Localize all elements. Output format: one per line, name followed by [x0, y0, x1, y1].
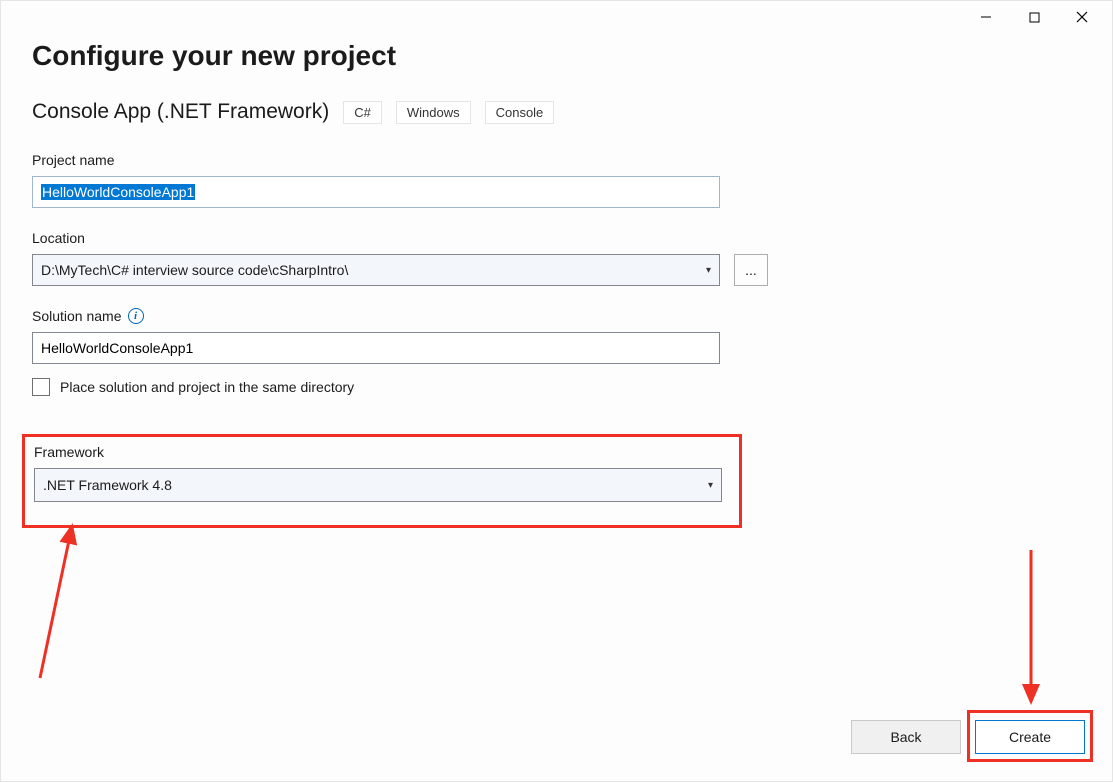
chevron-down-icon: ▾ — [706, 265, 711, 276]
same-directory-row: Place solution and project in the same d… — [32, 378, 1081, 396]
solution-name-group: Solution name i Place solution and proje… — [32, 308, 1081, 396]
annotation-create-highlight — [967, 710, 1093, 762]
framework-group: Framework .NET Framework 4.8 ▾ — [34, 444, 722, 502]
tag-console: Console — [485, 101, 555, 124]
page-title: Configure your new project — [32, 40, 1081, 72]
maximize-button[interactable] — [1011, 2, 1057, 32]
template-header: Console App (.NET Framework) C# Windows … — [32, 100, 1081, 124]
framework-value: .NET Framework 4.8 — [43, 477, 172, 493]
framework-label: Framework — [34, 444, 722, 460]
browse-button[interactable]: ... — [734, 254, 768, 286]
project-name-input[interactable]: HelloWorldConsoleApp1 — [32, 176, 720, 208]
location-group: Location D:\MyTech\C# interview source c… — [32, 230, 1081, 286]
window-titlebar — [963, 0, 1105, 34]
back-button[interactable]: Back — [851, 720, 961, 754]
location-dropdown[interactable]: D:\MyTech\C# interview source code\cShar… — [32, 254, 720, 286]
minimize-button[interactable] — [963, 2, 1009, 32]
framework-dropdown[interactable]: .NET Framework 4.8 ▾ — [34, 468, 722, 502]
solution-name-input[interactable] — [32, 332, 720, 364]
content-area: Configure your new project Console App (… — [32, 40, 1081, 418]
solution-name-label: Solution name i — [32, 308, 1081, 324]
location-label: Location — [32, 230, 1081, 246]
project-name-group: Project name HelloWorldConsoleApp1 — [32, 152, 1081, 208]
close-button[interactable] — [1059, 2, 1105, 32]
same-directory-label: Place solution and project in the same d… — [60, 379, 354, 395]
project-name-value: HelloWorldConsoleApp1 — [41, 184, 195, 200]
info-icon[interactable]: i — [128, 308, 144, 324]
template-name: Console App (.NET Framework) — [32, 100, 329, 124]
location-value: D:\MyTech\C# interview source code\cShar… — [41, 262, 348, 278]
solution-label-text: Solution name — [32, 308, 122, 324]
project-name-label: Project name — [32, 152, 1081, 168]
tag-windows: Windows — [396, 101, 471, 124]
tag-csharp: C# — [343, 101, 382, 124]
same-directory-checkbox[interactable] — [32, 378, 50, 396]
chevron-down-icon: ▾ — [708, 480, 713, 491]
